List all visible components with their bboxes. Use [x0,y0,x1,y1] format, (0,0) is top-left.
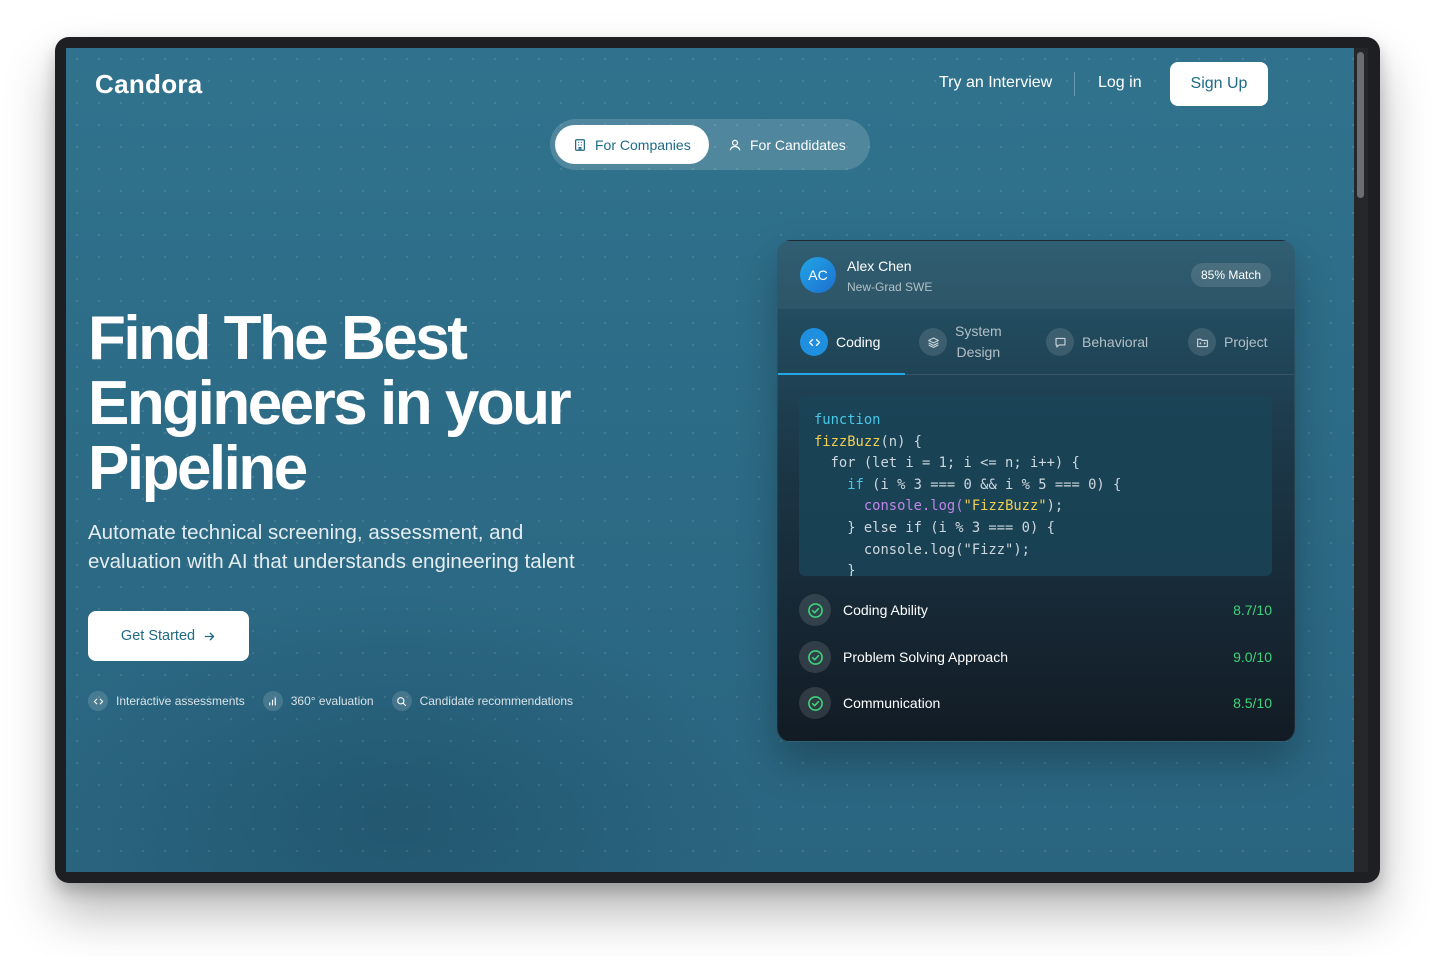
feature-label: Interactive assessments [116,694,245,708]
code-token: "FizzBuzz" [963,498,1047,515]
metric-label: Communication [843,695,941,711]
metric-score: 8.7/10 [1233,602,1272,618]
code-line: for (let i = 1; i <= n; i++) { [814,455,1080,472]
tab-label-line: System [955,323,1002,339]
for-companies-label: For Companies [595,136,691,153]
candidate-name: Alex Chen [847,258,912,274]
metric-label: Problem Solving Approach [843,649,1008,665]
hero-title-line: Pipeline [88,434,308,503]
feature-item: 360° evaluation [262,691,374,711]
tab-label: Coding [836,334,881,350]
tab-system-design[interactable]: System Design [919,309,1002,375]
login-link[interactable]: Log in [1098,74,1142,92]
candidate-header: AC Alex Chen New-Grad SWE 85% Match [778,241,1294,309]
folder-icon [1188,328,1216,356]
check-circle-icon [799,687,831,719]
signup-label: Sign Up [1190,75,1248,92]
match-badge: 85% Match [1191,263,1272,287]
metric-row: Problem Solving Approach 9.0/10 [799,640,1272,674]
code-line: console.log("Fizz"); [814,541,1030,558]
check-circle-icon [799,594,831,626]
arrow-right-icon [204,632,215,640]
scrollbar[interactable] [1354,48,1368,872]
tab-label: Behavioral [1082,334,1149,350]
brand-logo[interactable]: Candora [95,69,203,100]
code-token: fizzBuzz [814,433,881,450]
message-icon [1046,328,1074,356]
avatar: AC [800,257,836,293]
get-started-button[interactable]: Get Started [88,611,249,661]
tab-coding[interactable]: Coding [800,309,880,375]
for-candidates-tab[interactable]: For Candidates [710,125,864,164]
bar-chart-icon [262,691,283,711]
try-interview-link[interactable]: Try an Interview [939,74,1052,92]
code-line: console.log("FizzBuzz"); [814,496,1257,518]
feature-label: Candidate recommendations [419,694,574,708]
hero-title-line: Engineers in your [88,369,572,438]
check-circle-icon [799,641,831,673]
code-snippet: function fizzBuzz(n) { for (let i = 1; i … [799,396,1272,576]
hero-subtitle-line: Automate technical screening, assessment… [88,521,524,544]
hero-subtitle-line: evaluation with AI that understands engi… [88,550,575,573]
code-line: } else if (i % 3 === 0) { [814,519,1055,536]
candidate-card: AC Alex Chen New-Grad SWE 85% Match Codi… [777,240,1295,742]
metric-score: 9.0/10 [1233,649,1272,665]
code-line: if (i % 3 === 0 && i % 5 === 0) { [814,475,1257,497]
feature-item: Interactive assessments [88,691,245,711]
audience-toggle: For Companies For Candidates [550,119,870,170]
building-icon [575,138,585,151]
code-token: (n) { [880,433,922,450]
feature-item: Candidate recommendations [391,691,574,711]
active-tab-indicator [778,373,905,375]
code-icon [88,691,108,711]
code-token: if [814,476,864,493]
signup-button[interactable]: Sign Up [1170,62,1268,106]
code-line: } [814,563,856,576]
tab-label: System Design [955,321,1002,363]
code-token: console.log( [814,498,964,515]
tab-label: Project [1224,334,1268,350]
metric-row: Coding Ability 8.7/10 [799,593,1272,627]
scrollbar-thumb[interactable] [1357,52,1364,198]
browser-viewport: Candora Try an Interview Log in Sign Up … [66,48,1354,872]
tab-label-line: Design [956,344,1001,360]
metric-score: 8.5/10 [1233,695,1272,711]
metric-label: Coding Ability [843,602,928,618]
feature-label: 360° evaluation [290,694,374,708]
candidate-role: New-Grad SWE [847,280,933,294]
get-started-label: Get Started [120,628,196,644]
metric-row: Communication 8.5/10 [799,686,1272,720]
code-token: function [814,412,881,428]
user-icon [729,139,741,150]
nav-divider [1074,72,1075,96]
code-line: fizzBuzz(n) { [814,432,1257,454]
feature-list: Interactive assessments 360° evaluation … [88,691,573,711]
code-icon [800,328,828,356]
for-candidates-label: For Candidates [750,136,846,153]
hero-subtitle: Automate technical screening, assessment… [88,518,628,576]
code-token: ); [1046,498,1064,515]
assessment-tabs: Coding System Design Behavioral Project [778,309,1294,375]
tab-project[interactable]: Project [1188,309,1268,375]
code-line: function [814,410,1257,432]
hero-title: Find The Best Engineers in your Pipeline [88,306,608,501]
hero-title-line: Find The Best [88,304,468,373]
tab-behavioral[interactable]: Behavioral [1046,309,1148,375]
for-companies-tab[interactable]: For Companies [555,125,709,164]
search-icon [391,691,412,711]
code-token: (i % 3 === 0 && i % 5 === 0) { [863,476,1122,493]
layers-icon [919,328,947,356]
